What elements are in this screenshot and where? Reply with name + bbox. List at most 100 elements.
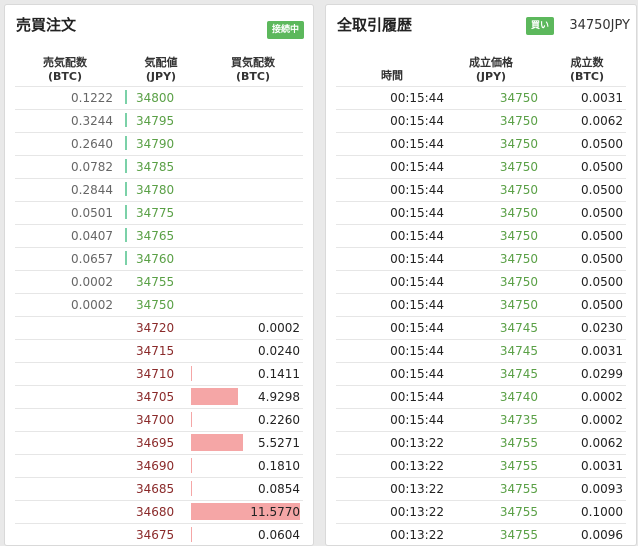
time-header-label: 時間 [381,69,403,82]
bid-price: 34720 [136,321,175,335]
trade-price: 34750 [499,114,538,128]
trade-row: 00:15:44 34735 0.0002 [336,408,626,431]
trade-row: 00:15:44 34745 0.0230 [336,316,626,339]
trade-row: 00:15:44 34750 0.0500 [336,155,626,178]
trade-time: 00:13:22 [390,436,444,450]
trade-size: 0.0230 [581,321,623,335]
bid-size-header-label: 買気配数 [231,56,275,69]
trade-time: 00:15:44 [390,344,444,358]
trade-time: 00:15:44 [390,252,444,266]
trade-price: 34750 [499,91,538,105]
trade-size: 0.1000 [581,505,623,519]
bid-depth-bar [191,434,243,451]
trade-row: 00:15:44 34745 0.0299 [336,362,626,385]
trade-size: 0.0031 [581,459,623,473]
bid-price: 34710 [136,367,175,381]
trade-time: 00:13:22 [390,482,444,496]
ask-size: 0.1222 [71,91,113,105]
bid-row[interactable]: 34710 0.1411 [15,362,303,385]
trade-price: 34750 [499,160,538,174]
trade-row: 00:13:22 34755 0.0093 [336,477,626,500]
bid-row[interactable]: 34690 0.1810 [15,454,303,477]
bid-row[interactable]: 34705 4.9298 [15,385,303,408]
bid-row[interactable]: 34715 0.0240 [15,339,303,362]
bid-price: 34675 [136,528,175,542]
ask-depth-bar [125,136,127,150]
trade-row: 00:15:44 34750 0.0500 [336,201,626,224]
ask-row[interactable]: 0.0407 34765 [15,224,303,247]
trade-price: 34745 [499,367,538,381]
trade-history-panel: 全取引履歴 買い 34750JPY 時間 成立価格 (JPY) 成立数 (BTC… [325,4,637,546]
trade-row: 00:13:22 34755 0.1000 [336,500,626,523]
trade-time: 00:15:44 [390,367,444,381]
trade-size: 0.0500 [581,229,623,243]
trade-price-header-unit: (JPY) [475,70,507,83]
trade-price: 34750 [499,206,538,220]
connection-status-badge: 接続中 [266,21,304,39]
trade-time: 00:15:44 [390,321,444,335]
trade-time: 00:15:44 [390,114,444,128]
bid-price: 34680 [136,505,175,519]
trade-price: 34750 [499,298,538,312]
bid-row[interactable]: 34680 11.5770 [15,500,303,523]
ask-size: 0.0782 [71,160,113,174]
trade-time: 00:15:44 [390,183,444,197]
trade-row: 00:15:44 34745 0.0031 [336,339,626,362]
trade-size: 0.0500 [581,160,623,174]
ask-row[interactable]: 0.0657 34760 [15,247,303,270]
trade-price: 34740 [499,390,538,404]
trade-size-header-label: 成立数 [570,56,604,69]
bid-row[interactable]: 34700 0.2260 [15,408,303,431]
trade-row: 00:13:22 34755 0.0096 [336,523,626,545]
bid-price: 34700 [136,413,175,427]
orderbook-rows: 0.1222 34800 0.3244 34795 0.2640 34790 0.0782 3… [15,86,303,545]
ask-size: 0.3244 [71,114,113,128]
ask-row[interactable]: 0.1222 34800 [15,86,303,109]
bid-row[interactable]: 34720 0.0002 [15,316,303,339]
ask-price: 34795 [136,114,175,128]
ask-row[interactable]: 0.2844 34780 [15,178,303,201]
bid-depth-bar [191,366,192,381]
bid-size: 0.0240 [258,344,300,358]
trade-time: 00:15:44 [390,137,444,151]
ask-row[interactable]: 0.0002 34750 [15,293,303,316]
ask-row[interactable]: 0.0782 34785 [15,155,303,178]
ask-row[interactable]: 0.0002 34755 [15,270,303,293]
ask-size-header-unit: (BTC) [47,70,82,83]
bid-row[interactable]: 34695 5.5271 [15,431,303,454]
ask-depth-bar [125,90,127,104]
last-price: 34750JPY [569,18,630,33]
price-header-label: 気配値 [144,56,178,69]
trade-price: 34735 [499,413,538,427]
ask-row[interactable]: 0.3244 34795 [15,109,303,132]
trade-price: 34750 [499,275,538,289]
ask-row[interactable]: 0.2640 34790 [15,132,303,155]
bid-depth-bar [191,527,192,542]
trade-row: 00:15:44 34750 0.0500 [336,132,626,155]
trade-size: 0.0093 [581,482,623,496]
price-header: 気配値 (JPY) [136,56,186,84]
ask-size: 0.0501 [71,206,113,220]
bid-size: 4.9298 [258,390,300,404]
bid-depth-bar [191,481,192,496]
trade-size: 0.0062 [581,114,623,128]
trade-price: 34745 [499,344,538,358]
bid-row[interactable]: 34685 0.0854 [15,477,303,500]
trade-size: 0.0500 [581,206,623,220]
trade-time: 00:15:44 [390,390,444,404]
trade-row: 00:15:44 34740 0.0002 [336,385,626,408]
trade-time: 00:13:22 [390,505,444,519]
ask-price: 34755 [136,275,175,289]
ask-price: 34750 [136,298,175,312]
ask-price: 34785 [136,160,175,174]
ask-row[interactable]: 0.0501 34775 [15,201,303,224]
bid-size: 0.2260 [258,413,300,427]
trade-price: 34750 [499,252,538,266]
trade-size: 0.0500 [581,298,623,312]
trade-size: 0.0031 [581,91,623,105]
trade-row: 00:13:22 34755 0.0031 [336,454,626,477]
bid-size: 0.0604 [258,528,300,542]
trade-size: 0.0500 [581,183,623,197]
trade-time: 00:15:44 [390,298,444,312]
bid-row[interactable]: 34675 0.0604 [15,523,303,545]
